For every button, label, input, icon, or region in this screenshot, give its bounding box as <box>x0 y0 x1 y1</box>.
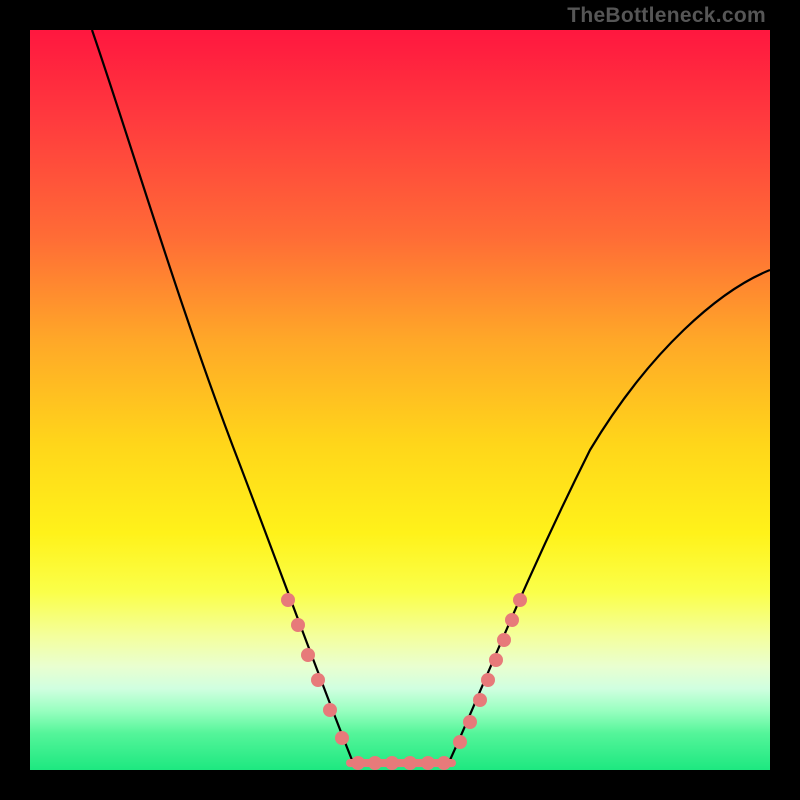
chart-overlay <box>30 30 770 770</box>
right-curve <box>450 270 770 760</box>
right-dots <box>453 593 527 749</box>
watermark-text: TheBottleneck.com <box>567 4 766 28</box>
left-dots <box>281 593 349 745</box>
chart-frame: TheBottleneck.com <box>0 0 800 800</box>
